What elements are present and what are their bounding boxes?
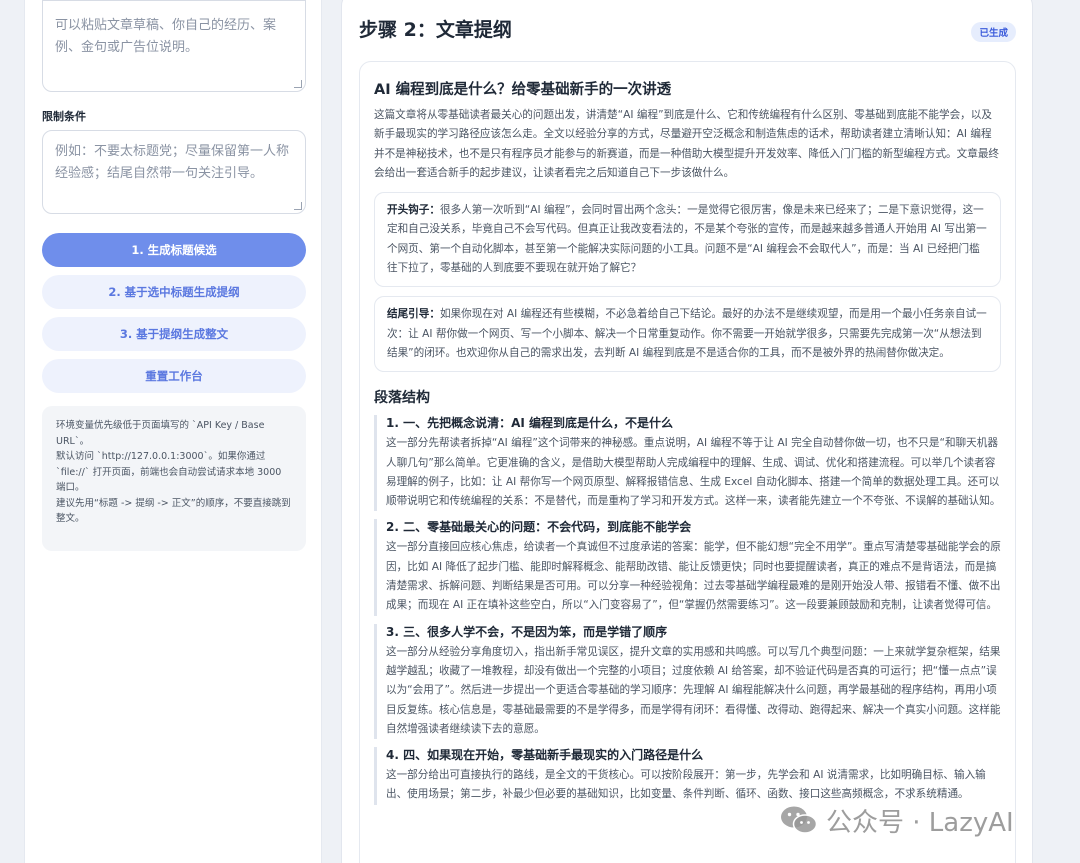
paragraph-title: 2. 二、零基础最关心的问题：不会代码，到底能不能学会 (386, 520, 692, 535)
status-badge: 已生成 (971, 22, 1016, 42)
resize-handle-icon[interactable] (294, 202, 302, 210)
outline-panel: 步骤 2：文章提纲 已生成 AI 编程到底是什么？给零基础新手的一次讲透 这篇文… (341, 0, 1033, 863)
paragraph-item: 4. 四、如果现在开始，零基础新手最现实的入门路径是什么 这一部分给出可直接执行… (374, 747, 1001, 805)
env-note-line: 默认访问 `http://127.0.0.1:3000`。如果你通过 `file… (56, 451, 282, 493)
article-summary: 这篇文章将从零基础读者最关心的问题出发，讲清楚“AI 编程”到底是什么、它和传统… (374, 109, 1000, 179)
section-heading: 段落结构 (374, 390, 430, 407)
env-note-line: 环境变量优先级低于页面填写的 `API Key / Base URL`。 (56, 420, 265, 447)
ending-guide-text: 如果你现在对 AI 编程还有些模糊，不必急着给自己下结论。最好的办法不是继续观望… (387, 308, 987, 359)
opening-hook-box: 开头钩子：很多人第一次听到“AI 编程”，会同时冒出两个念头：一是觉得它很厉害，… (374, 192, 1001, 288)
input-sidebar: 可以粘贴文章草稿、你自己的经历、案例、金句或广告位说明。 限制条件 例如：不要太… (24, 0, 322, 863)
constraints-placeholder: 例如：不要太标题党；尽量保留第一人称经验感；结尾自然带一句关注引导。 (55, 144, 290, 181)
constraints-textarea[interactable]: 例如：不要太标题党；尽量保留第一人称经验感；结尾自然带一句关注引导。 (42, 130, 306, 214)
paragraph-title: 1. 一、先把概念说清：AI 编程到底是什么，不是什么 (386, 416, 674, 431)
outline-card: AI 编程到底是什么？给零基础新手的一次讲透 这篇文章将从零基础读者最关心的问题… (359, 61, 1016, 863)
watermark: 公众号 · LazyAI (780, 802, 1014, 838)
step-title: 步骤 2：文章提纲 (359, 19, 512, 41)
opening-hook-text: 很多人第一次听到“AI 编程”，会同时冒出两个念头：一是觉得它很厉害，像是未来已… (387, 204, 987, 275)
generate-titles-button[interactable]: 1. 生成标题候选 (42, 233, 306, 267)
paragraph-body: 这一部分从经验分享角度切入，指出新手常见误区，提升文章的实用感和共鸣感。可以写几… (386, 645, 1001, 735)
ending-guide-label: 结尾引导： (387, 308, 440, 321)
generate-outline-button[interactable]: 2. 基于选中标题生成提纲 (42, 275, 306, 309)
paragraph-item: 2. 二、零基础最关心的问题：不会代码，到底能不能学会 这一部分直接回应核心焦虑… (374, 519, 1001, 616)
resize-handle-icon[interactable] (294, 80, 302, 88)
paragraph-body: 这一部分直接回应核心焦虑，给读者一个真诚但不过度承诺的答案：能学，但不能幻想“完… (386, 541, 1001, 612)
constraints-label: 限制条件 (42, 110, 86, 123)
wechat-icon (781, 806, 818, 834)
paragraph-body: 这一部分给出可直接执行的路线，是全文的干货核心。可以按阶段展开：第一步，先学会和… (386, 769, 986, 801)
reset-workbench-button[interactable]: 重置工作台 (42, 359, 306, 393)
source-material-textarea[interactable]: 可以粘贴文章草稿、你自己的经历、案例、金句或广告位说明。 (42, 0, 306, 92)
source-material-placeholder: 可以粘贴文章草稿、你自己的经历、案例、金句或广告位说明。 (55, 18, 277, 55)
paragraph-body: 这一部分先帮读者拆掉“AI 编程”这个词带来的神秘感。重点说明，AI 编程不等于… (386, 437, 1001, 508)
generate-article-button[interactable]: 3. 基于提纲生成整文 (42, 317, 306, 351)
paragraph-title: 4. 四、如果现在开始，零基础新手最现实的入门路径是什么 (386, 748, 704, 763)
article-title: AI 编程到底是什么？给零基础新手的一次讲透 (374, 82, 672, 98)
opening-hook-label: 开头钩子： (387, 204, 440, 217)
paragraph-item: 1. 一、先把概念说清：AI 编程到底是什么，不是什么 这一部分先帮读者拆掉“A… (374, 415, 1001, 512)
paragraph-title: 3. 三、很多人学不会，不是因为笨，而是学错了顺序 (386, 624, 668, 639)
env-note-line: 建议先用“标题 -> 提纲 -> 正文”的顺序，不要直接跳到整文。 (56, 497, 291, 525)
env-notes-box: 环境变量优先级低于页面填写的 `API Key / Base URL`。 默认访… (42, 406, 306, 551)
paragraph-item: 3. 三、很多人学不会，不是因为笨，而是学错了顺序 这一部分从经验分享角度切入，… (374, 623, 1001, 740)
ending-guide-box: 结尾引导：如果你现在对 AI 编程还有些模糊，不必急着给自己下结论。最好的办法不… (374, 296, 1001, 373)
watermark-text: 公众号 · LazyAI (826, 807, 1014, 838)
